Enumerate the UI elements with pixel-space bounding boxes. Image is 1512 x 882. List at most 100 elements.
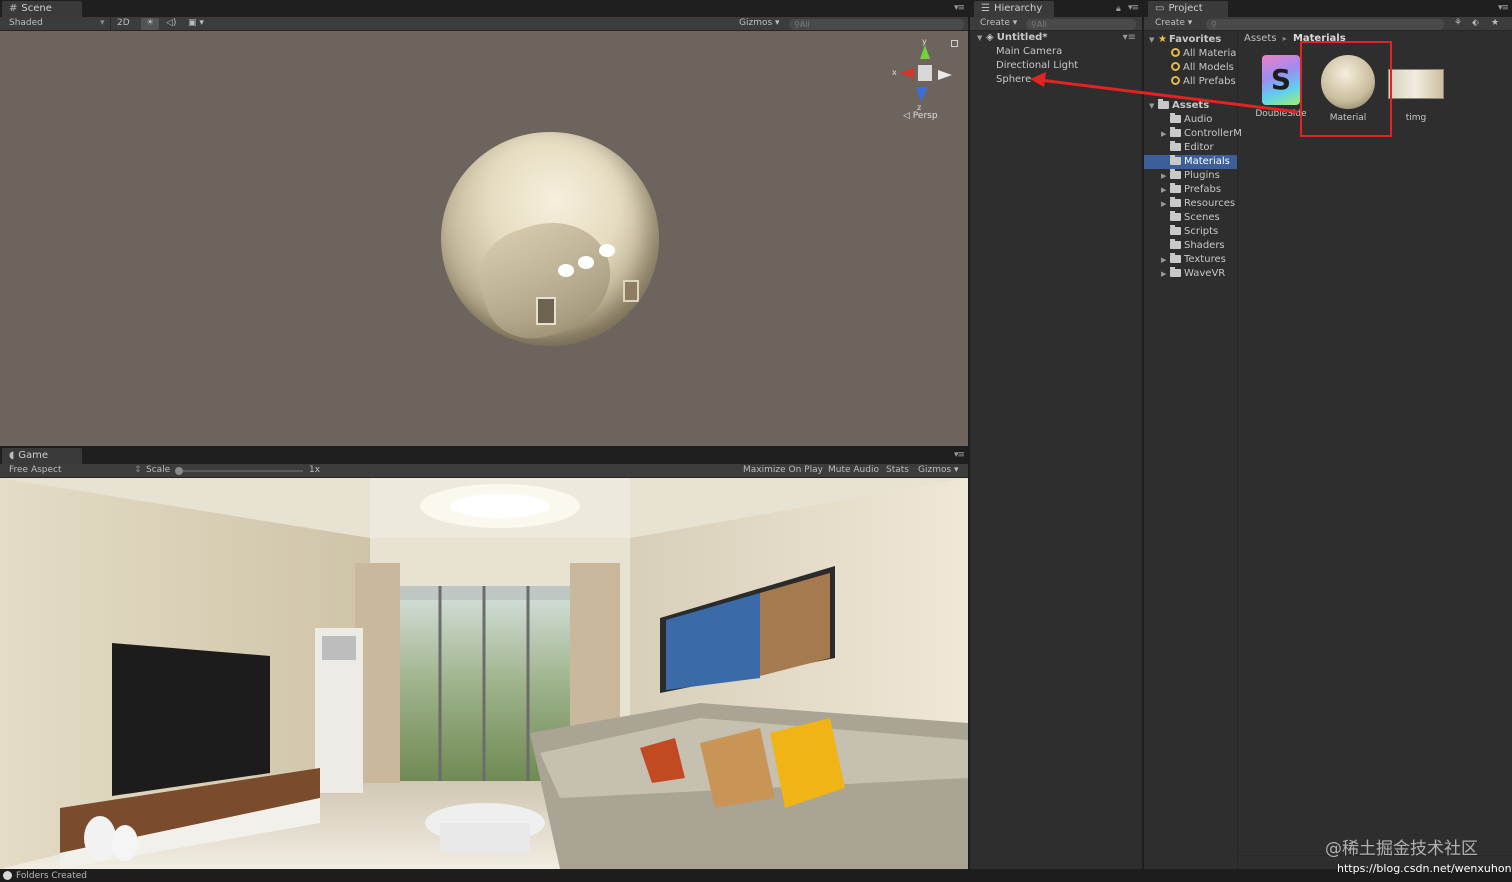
scene-viewport[interactable] (0, 31, 968, 446)
lock-icon[interactable]: 🔒︎ (1116, 4, 1121, 14)
maximize-on-play-toggle[interactable]: Maximize On Play (743, 465, 823, 475)
favorite-item-all-materials[interactable]: All Materia (1144, 47, 1237, 61)
asset-timg[interactable]: timg (1384, 55, 1448, 123)
search-icon (1171, 62, 1180, 71)
breadcrumb-item[interactable]: Assets (1244, 33, 1277, 44)
folder-tab-icon: ▭ (1155, 3, 1165, 14)
folder-icon (1170, 211, 1181, 221)
stats-toggle[interactable]: Stats (886, 465, 909, 475)
lock-icon[interactable] (951, 40, 958, 47)
panel-menu-icon[interactable]: ▾≡ (954, 450, 965, 460)
project-folder-tree: ▼ ★ Favorites All Materia All Models All P… (1144, 31, 1242, 869)
folder-icon (1170, 127, 1181, 137)
scene-search-input[interactable]: ⚲All (789, 19, 964, 30)
scale-slider-thumb[interactable] (175, 467, 183, 475)
annotation-highlight-box (1300, 41, 1392, 137)
lighting-toggle-icon[interactable]: ☀ (141, 18, 159, 30)
search-by-type-icon[interactable]: ⚘ (1454, 18, 1462, 28)
game-gizmos-dropdown[interactable]: Gizmos ▾ (918, 465, 959, 475)
folder-textures[interactable]: ▶ Textures (1144, 253, 1237, 267)
panel-menu-icon[interactable]: ▾≡ (1128, 3, 1139, 13)
chevron-down-icon: ▾ (100, 18, 105, 28)
folder-icon (1170, 141, 1181, 151)
project-search-input[interactable]: ⚲ (1206, 19, 1444, 30)
tab-project[interactable]: ▭ Project (1148, 1, 1228, 17)
favorite-item-all-prefabs[interactable]: All Prefabs (1144, 75, 1237, 89)
tab-scene[interactable]: # Scene (2, 1, 82, 17)
folder-wavevr[interactable]: ▶ WaveVR (1144, 267, 1237, 281)
breadcrumb-separator-icon: ▸ (1282, 34, 1287, 43)
create-dropdown[interactable]: Create ▾ (980, 18, 1017, 28)
game-viewport[interactable] (0, 478, 968, 869)
scene-menu-icon[interactable]: ▾≡ (1123, 31, 1136, 45)
scene-tabbar: # Scene ▾≡ (0, 0, 968, 17)
folder-resources[interactable]: ▶ Resources (1144, 197, 1237, 211)
expand-arrow-icon[interactable]: ▶ (1161, 169, 1170, 183)
scene-toolbar: Shaded ▾ 2D ☀ ◁) ▣ ▾ Gizmos ▾ ⚲All (0, 17, 968, 31)
panel-menu-icon[interactable]: ▾≡ (1498, 3, 1509, 13)
expand-arrow-icon[interactable]: ▶ (1161, 183, 1170, 197)
create-dropdown[interactable]: Create ▾ (1155, 18, 1192, 28)
folder-icon (1170, 113, 1181, 123)
status-bar: Folders Created (0, 870, 1512, 882)
hierarchy-item-sphere[interactable]: Sphere (970, 73, 1142, 87)
tab-game[interactable]: ◖ Game (2, 448, 82, 464)
watermark-url: https://blog.csdn.net/wenxuhonghe (1337, 862, 1512, 875)
projection-label[interactable]: ◁ Persp (903, 111, 938, 121)
aspect-dropdown[interactable]: Free Aspect (9, 465, 62, 475)
scene-root-row[interactable]: ▼ ◈ Untitled* ▾≡ (970, 31, 1142, 45)
axis-y-label: y (922, 37, 927, 46)
expand-arrow-icon[interactable]: ▶ (1161, 267, 1170, 281)
hierarchy-item-directional-light[interactable]: Directional Light (970, 59, 1142, 73)
unity-scene-icon: ◈ (986, 32, 994, 43)
effects-toggle-icon[interactable]: ▣ ▾ (188, 18, 204, 28)
scale-label: Scale (146, 465, 171, 475)
folder-scripts[interactable]: Scripts (1144, 225, 1237, 239)
panel-menu-icon[interactable]: ▾≡ (954, 3, 965, 13)
folder-plugins[interactable]: ▶ Plugins (1144, 169, 1237, 183)
scene-panel: # Scene ▾≡ Shaded ▾ 2D ☀ ◁) ▣ ▾ Gizmos ▾ … (0, 0, 968, 446)
toggle-2d-button[interactable]: 2D (117, 18, 130, 28)
audio-toggle-icon[interactable]: ◁) (166, 18, 176, 28)
folder-scenes[interactable]: Scenes (1144, 211, 1237, 225)
scene-grid-icon: # (9, 3, 18, 14)
favorites-header[interactable]: ▼ ★ Favorites (1144, 33, 1237, 47)
expand-arrow-icon[interactable]: ▼ (1149, 99, 1158, 113)
shading-mode-dropdown[interactable]: Shaded (9, 18, 43, 28)
sphere-object[interactable] (441, 132, 659, 346)
hierarchy-search-input[interactable]: ⚲All (1026, 19, 1136, 30)
orientation-gizmo-icon[interactable]: y x z (888, 35, 958, 120)
expand-arrow-icon[interactable]: ▶ (1161, 197, 1170, 211)
project-toolbar: Create ▾ ⚲ ⚘ ⬖ ★ (1144, 17, 1512, 31)
search-icon (1171, 76, 1180, 85)
folder-prefabs[interactable]: ▶ Prefabs (1144, 183, 1237, 197)
folder-materials[interactable]: Materials (1144, 155, 1237, 169)
watermark-text: @稀土掘金技术社区 (1325, 839, 1478, 859)
hierarchy-item-main-camera[interactable]: Main Camera (970, 45, 1142, 59)
expand-arrow-icon[interactable]: ▶ (1161, 253, 1170, 267)
folder-editor[interactable]: Editor (1144, 141, 1237, 155)
projection-arrow-icon: ◁ (903, 111, 910, 121)
search-by-label-icon[interactable]: ⬖ (1472, 18, 1479, 28)
folder-icon (1170, 183, 1181, 193)
folder-icon (1170, 239, 1181, 249)
favorite-item-all-models[interactable]: All Models (1144, 61, 1237, 75)
expand-arrow-icon[interactable]: ▼ (1149, 33, 1158, 47)
star-icon: ★ (1158, 34, 1167, 45)
gizmos-dropdown[interactable]: Gizmos ▾ (739, 18, 780, 28)
tab-hierarchy[interactable]: ☰ Hierarchy (974, 1, 1054, 17)
folder-controllermodel[interactable]: ▶ ControllerM (1144, 127, 1242, 141)
folder-icon (1170, 225, 1181, 235)
mute-audio-toggle[interactable]: Mute Audio (828, 465, 879, 475)
folder-icon (1170, 197, 1181, 207)
expand-arrow-icon[interactable]: ▶ (1161, 127, 1170, 141)
status-message: Folders Created (16, 871, 87, 881)
assets-header[interactable]: ▼ Assets (1144, 99, 1237, 113)
scale-slider[interactable] (175, 467, 303, 475)
favorite-star-icon[interactable]: ★ (1491, 18, 1499, 28)
game-tabbar: ◖ Game ▾≡ (0, 447, 968, 464)
folder-audio[interactable]: Audio (1144, 113, 1237, 127)
expand-arrow-icon[interactable]: ▼ (977, 31, 986, 45)
folder-shaders[interactable]: Shaders (1144, 239, 1237, 253)
shader-icon: S (1262, 55, 1300, 105)
